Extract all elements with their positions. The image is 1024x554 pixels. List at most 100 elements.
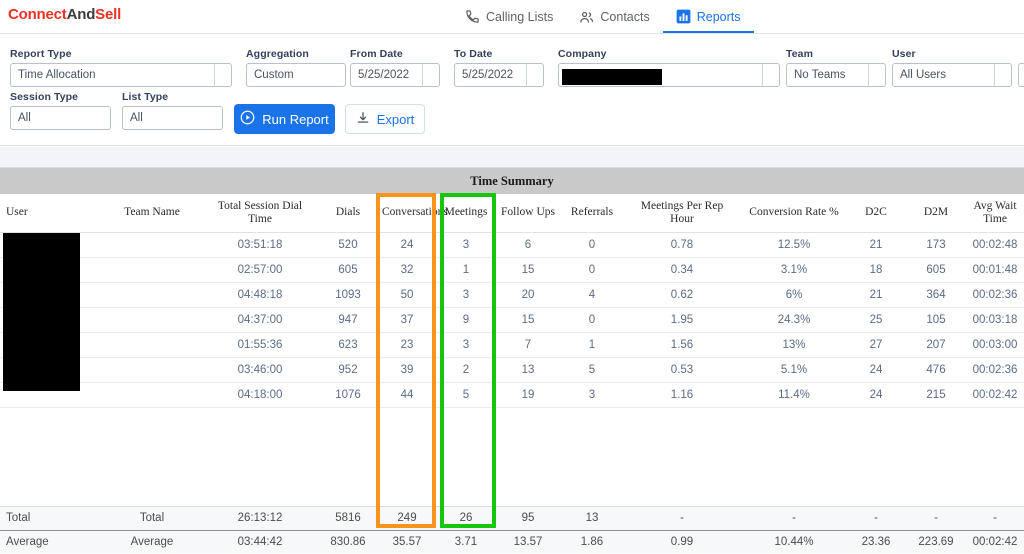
app-logo[interactable]: ConnectAndSell (0, 0, 121, 23)
chevron-down-icon[interactable] (994, 64, 1011, 86)
footer-cell-average-conversations: 35.57 (376, 530, 438, 553)
table-cell-avg-wait-time: 00:01:48 (966, 257, 1024, 282)
field-company: Company (558, 48, 780, 87)
table-cell-meetings: 9 (438, 307, 494, 332)
report-type-value: Time Allocation (11, 64, 214, 86)
column-header-meetings[interactable]: Meetings (438, 194, 494, 232)
from-date-input[interactable]: 5/25/2022 (350, 63, 440, 87)
column-header-dials[interactable]: Dials (320, 194, 376, 232)
table-cell-conversion-rate-: 12.5% (742, 232, 846, 257)
table-row[interactable]: 04:37:009473791501.9524.3%2510500:03:18 (0, 307, 1024, 332)
play-circle-icon (240, 110, 255, 128)
table-cell-meetings: 2 (438, 357, 494, 382)
footer-cell-total-meetings: 26 (438, 507, 494, 530)
table-row[interactable]: 03:46:009523921350.535.1%2447600:02:36 (0, 357, 1024, 382)
team-select[interactable]: No Teams (786, 63, 886, 87)
table-cell-d2c: 24 (846, 357, 906, 382)
label-aggregation: Aggregation (246, 48, 346, 60)
calendar-icon[interactable] (422, 64, 439, 86)
nav-item-reports[interactable]: Reports (663, 0, 754, 33)
table-row[interactable]: 01:55:36623233711.5613%2720700:03:00 (0, 332, 1024, 357)
report-table: User Team Name Total Session Dial Time D… (0, 194, 1024, 524)
table-cell-conversion-rate-: 24.3% (742, 307, 846, 332)
column-header-conversion-rate[interactable]: Conversion Rate % (742, 194, 846, 232)
table-cell-total-session-dial-time: 04:18:00 (200, 382, 320, 407)
footer-cell-average-follow-ups: 13.57 (494, 530, 562, 553)
table-cell-conversion-rate-: 11.4% (742, 382, 846, 407)
column-header-avg-wait-time[interactable]: Avg Wait Time (966, 194, 1024, 232)
table-cell-conversations: 23 (376, 332, 438, 357)
aggregation-select[interactable]: Custom (246, 63, 346, 87)
table-row[interactable]: 04:18:0010764451931.1611.4%2421500:02:42 (0, 382, 1024, 407)
run-report-button[interactable]: Run Report (234, 104, 335, 134)
table-row[interactable]: 03:51:18520243600.7812.5%2117300:02:48 (0, 232, 1024, 257)
phone-icon (465, 9, 480, 24)
logo-part-connect: Connect (8, 6, 67, 23)
list-type-select[interactable]: All (122, 106, 223, 130)
company-select[interactable] (558, 63, 780, 87)
nav-item-contacts[interactable]: Contacts (566, 0, 662, 33)
table-cell-follow-ups: 7 (494, 332, 562, 357)
table-cell-meetings: 3 (438, 232, 494, 257)
field-list-type: List Type All (122, 91, 223, 130)
footer-cell-average-dials: 830.86 (320, 530, 376, 553)
nav-label-reports: Reports (697, 10, 741, 24)
field-session-type: Session Type All (10, 91, 111, 130)
footer-cell-total-dials: 5816 (320, 507, 376, 530)
session-type-select[interactable]: All (10, 106, 111, 130)
label-overflow-clipped (1018, 48, 1024, 60)
table-cell-referrals: 5 (562, 357, 622, 382)
field-aggregation: Aggregation Custom (246, 48, 346, 87)
table-cell-dials: 623 (320, 332, 376, 357)
table-cell-total-session-dial-time: 01:55:36 (200, 332, 320, 357)
column-header-team-name[interactable]: Team Name (104, 194, 200, 232)
footer-cell-average-team-name: Average (104, 530, 200, 553)
logo-part-and: And (67, 6, 96, 23)
table-cell-total-session-dial-time: 02:57:00 (200, 257, 320, 282)
table-cell-total-session-dial-time: 04:37:00 (200, 307, 320, 332)
table-cell-d2m: 476 (906, 357, 966, 382)
column-header-user[interactable]: User (0, 194, 104, 232)
column-header-total-session-dial-time[interactable]: Total Session Dial Time (200, 194, 320, 232)
label-session-type: Session Type (10, 91, 111, 103)
user-column-redaction (3, 233, 80, 391)
overflow-clipped-select[interactable] (1018, 63, 1024, 87)
table-cell-team-name (104, 332, 200, 357)
main-navigation: Calling Lists Contacts Reports (452, 0, 754, 33)
report-type-select[interactable]: Time Allocation (10, 63, 232, 87)
table-cell-meetings-per-rep-hour: 1.95 (622, 307, 742, 332)
footer-cell-average-total-session-dial-time: 03:44:42 (200, 530, 320, 553)
table-cell-conversion-rate-: 6% (742, 282, 846, 307)
table-cell-d2c: 18 (846, 257, 906, 282)
calendar-icon[interactable] (526, 64, 543, 86)
export-button[interactable]: Export (345, 104, 425, 134)
footer-row-total: TotalTotal26:13:125816249269513----- (0, 507, 1024, 530)
to-date-input[interactable]: 5/25/2022 (454, 63, 544, 87)
chevron-down-icon[interactable] (868, 64, 885, 86)
footer-cell-average-user: Average (0, 530, 104, 553)
column-header-referrals[interactable]: Referrals (562, 194, 622, 232)
label-user: User (892, 48, 1012, 60)
table-cell-meetings-per-rep-hour: 0.34 (622, 257, 742, 282)
column-header-conversations[interactable]: Conversations (376, 194, 438, 232)
nav-item-calling-lists[interactable]: Calling Lists (452, 0, 566, 33)
user-select[interactable]: All Users (892, 63, 1012, 87)
table-cell-d2m: 605 (906, 257, 966, 282)
field-overflow-clipped (1018, 48, 1024, 87)
table-cell-dials: 947 (320, 307, 376, 332)
table-cell-follow-ups: 15 (494, 257, 562, 282)
column-header-meetings-per-rep-hour[interactable]: Meetings Per Rep Hour (622, 194, 742, 232)
column-header-follow-ups[interactable]: Follow Ups (494, 194, 562, 232)
chevron-down-icon[interactable] (762, 64, 779, 86)
panel-gap-strip (0, 147, 1024, 167)
table-row[interactable]: 02:57:006053211500.343.1%1860500:01:48 (0, 257, 1024, 282)
company-value (559, 64, 762, 86)
table-cell-meetings-per-rep-hour: 1.16 (622, 382, 742, 407)
footer-cell-average-conversion-rate-: 10.44% (742, 530, 846, 553)
column-header-d2m[interactable]: D2M (906, 194, 966, 232)
column-header-d2c[interactable]: D2C (846, 194, 906, 232)
report-title-band: Time Summary (0, 168, 1024, 194)
chevron-down-icon[interactable] (214, 64, 231, 86)
table-cell-referrals: 1 (562, 332, 622, 357)
table-row[interactable]: 04:48:1810935032040.626%2136400:02:36 (0, 282, 1024, 307)
